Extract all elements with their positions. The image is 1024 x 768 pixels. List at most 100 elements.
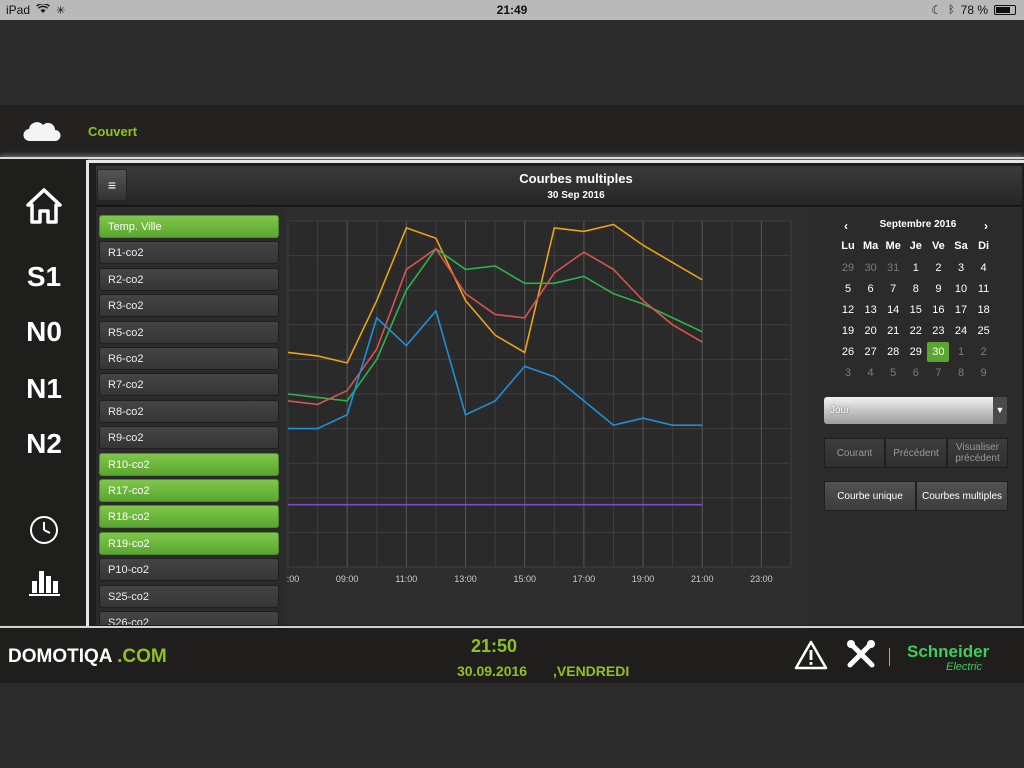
nav-n0[interactable]: N0 bbox=[0, 316, 88, 348]
series-item[interactable]: Temp. Ville bbox=[99, 215, 279, 238]
series-item[interactable]: R6-co2 bbox=[99, 347, 279, 370]
calendar-day[interactable]: 9 bbox=[973, 363, 995, 383]
series-item[interactable]: P10-co2 bbox=[99, 558, 279, 582]
series-item[interactable]: R19-co2 bbox=[99, 531, 279, 555]
calendar-day[interactable]: 9 bbox=[927, 279, 949, 299]
series-item[interactable]: R18-co2 bbox=[99, 505, 279, 529]
calendar-day[interactable]: 5 bbox=[882, 363, 904, 383]
series-item[interactable]: R9-co2 bbox=[99, 426, 279, 450]
calendar-day[interactable]: 16 bbox=[927, 300, 949, 320]
multiple-curves-button[interactable]: Courbes multiples bbox=[916, 481, 1008, 511]
series-item[interactable]: S25-co2 bbox=[99, 584, 279, 608]
brand-suffix: .COM bbox=[117, 646, 167, 667]
clock-icon bbox=[28, 516, 60, 552]
series-item[interactable]: R2-co2 bbox=[99, 267, 279, 291]
status-time: 21:49 bbox=[496, 3, 528, 17]
calendar-day[interactable]: 1 bbox=[905, 258, 927, 278]
calendar-day[interactable]: 12 bbox=[837, 300, 859, 320]
page-subtitle: 30 Sep 2016 bbox=[547, 190, 605, 201]
calendar-day[interactable]: 10 bbox=[950, 279, 972, 299]
calendar-day[interactable]: 8 bbox=[950, 363, 972, 383]
calendar-day[interactable]: 13 bbox=[860, 300, 882, 320]
nav-s1[interactable]: S1 bbox=[0, 261, 88, 293]
series-item[interactable]: R8-co2 bbox=[99, 399, 279, 423]
calendar-next-button[interactable]: › bbox=[984, 219, 988, 233]
series-item[interactable]: R3-co2 bbox=[99, 294, 279, 318]
series-list: Temp. Ville R1-co2 R2-co2 R3-co2 R5-co2 R6-co… bbox=[96, 207, 286, 625]
tools-icon[interactable] bbox=[846, 639, 876, 674]
chart-area: 07:00 09:00 11:00 13:00 15:00 17:00 19:00 21:00… bbox=[277, 207, 808, 625]
series-item[interactable]: R10-co2 bbox=[99, 452, 279, 476]
view-previous-button[interactable]: Visualiser précédent bbox=[947, 438, 1008, 468]
series-item[interactable]: R5-co2 bbox=[99, 320, 279, 344]
schedule-button[interactable] bbox=[0, 514, 88, 553]
previous-button[interactable]: Précédent bbox=[885, 438, 947, 468]
period-select[interactable]: Jour ▼ bbox=[824, 397, 1007, 424]
calendar-day[interactable]: 18 bbox=[973, 300, 995, 320]
calendar-day[interactable]: 27 bbox=[860, 342, 882, 362]
weekday-header: Ve bbox=[931, 240, 945, 252]
calendar-day[interactable]: 3 bbox=[837, 363, 859, 383]
series-item[interactable]: R17-co2 bbox=[99, 479, 279, 502]
home-button[interactable] bbox=[0, 187, 88, 232]
nav-n1[interactable]: N1 bbox=[0, 373, 88, 405]
calendar-day[interactable]: 29 bbox=[905, 342, 927, 362]
calendar-day[interactable]: 6 bbox=[905, 363, 927, 383]
calendar-day-selected[interactable]: 30 bbox=[927, 342, 950, 362]
brand-logo[interactable]: DOMOTIQA .COM bbox=[8, 646, 167, 668]
calendar-day[interactable]: 25 bbox=[973, 321, 995, 341]
calendar-day[interactable]: 3 bbox=[950, 258, 972, 278]
calendar-day[interactable]: 5 bbox=[837, 279, 859, 299]
view-previous-label-2: précédent bbox=[955, 453, 1000, 464]
calendar-day[interactable]: 26 bbox=[837, 342, 859, 362]
weekday-header: Me bbox=[885, 240, 901, 252]
calendar-day[interactable]: 19 bbox=[837, 321, 859, 341]
nav-n2[interactable]: N2 bbox=[0, 428, 88, 460]
current-button[interactable]: Courant bbox=[824, 438, 885, 468]
x-tick-label: 21:00 bbox=[691, 574, 714, 584]
ios-status-bar: iPad ✳ 21:49 ☾ ᛒ 78 % bbox=[0, 0, 1024, 20]
calendar-day[interactable]: 1 bbox=[950, 342, 972, 362]
calendar-day[interactable]: 30 bbox=[860, 258, 882, 278]
charts-button[interactable] bbox=[0, 567, 88, 604]
sidebar-nav: S1 N0 N1 N2 bbox=[0, 159, 88, 625]
calendar-day[interactable]: 31 bbox=[882, 258, 904, 278]
brand-name: DOMOTIQA bbox=[8, 646, 112, 667]
calendar-day[interactable]: 6 bbox=[860, 279, 882, 299]
moon-icon: ☾ bbox=[931, 3, 943, 17]
calendar-day[interactable]: 11 bbox=[973, 279, 995, 299]
top-spacer bbox=[0, 20, 1024, 105]
x-tick-label: 09:00 bbox=[336, 574, 359, 584]
calendar-day[interactable]: 28 bbox=[882, 342, 904, 362]
calendar-day[interactable]: 29 bbox=[837, 258, 859, 278]
battery-percent: 78 % bbox=[960, 3, 988, 17]
calendar-day[interactable]: 7 bbox=[882, 279, 904, 299]
single-curve-button[interactable]: Courbe unique bbox=[824, 481, 916, 511]
calendar-day[interactable]: 4 bbox=[973, 258, 995, 278]
calendar-day[interactable]: 24 bbox=[950, 321, 972, 341]
calendar-day[interactable]: 20 bbox=[860, 321, 882, 341]
calendar-day[interactable]: 14 bbox=[882, 300, 904, 320]
view-previous-label-1: Visualiser bbox=[955, 442, 1000, 453]
footer-clock: 21:50 bbox=[471, 636, 518, 656]
home-icon bbox=[25, 188, 63, 231]
warning-icon[interactable] bbox=[794, 640, 828, 675]
calendar-day[interactable]: 17 bbox=[950, 300, 972, 320]
weekday-header: Di bbox=[978, 240, 990, 252]
series-item[interactable]: S26-co2 bbox=[99, 611, 279, 625]
schneider-logo: Schneider bbox=[907, 642, 990, 661]
series-item[interactable]: R1-co2 bbox=[99, 241, 279, 265]
x-tick-label: 19:00 bbox=[632, 574, 655, 584]
calendar-day[interactable]: 7 bbox=[927, 363, 949, 383]
calendar-day[interactable]: 15 bbox=[905, 300, 927, 320]
calendar-month-label: Septembre 2016 bbox=[879, 219, 957, 230]
calendar-day[interactable]: 2 bbox=[973, 342, 995, 362]
calendar-day[interactable]: 21 bbox=[882, 321, 904, 341]
calendar-day[interactable]: 2 bbox=[927, 258, 949, 278]
calendar-day[interactable]: 8 bbox=[905, 279, 927, 299]
calendar-day[interactable]: 22 bbox=[905, 321, 927, 341]
series-item[interactable]: R7-co2 bbox=[99, 373, 279, 397]
calendar-day[interactable]: 23 bbox=[927, 321, 949, 341]
x-tick-label: 13:00 bbox=[454, 574, 477, 584]
calendar-day[interactable]: 4 bbox=[860, 363, 882, 383]
